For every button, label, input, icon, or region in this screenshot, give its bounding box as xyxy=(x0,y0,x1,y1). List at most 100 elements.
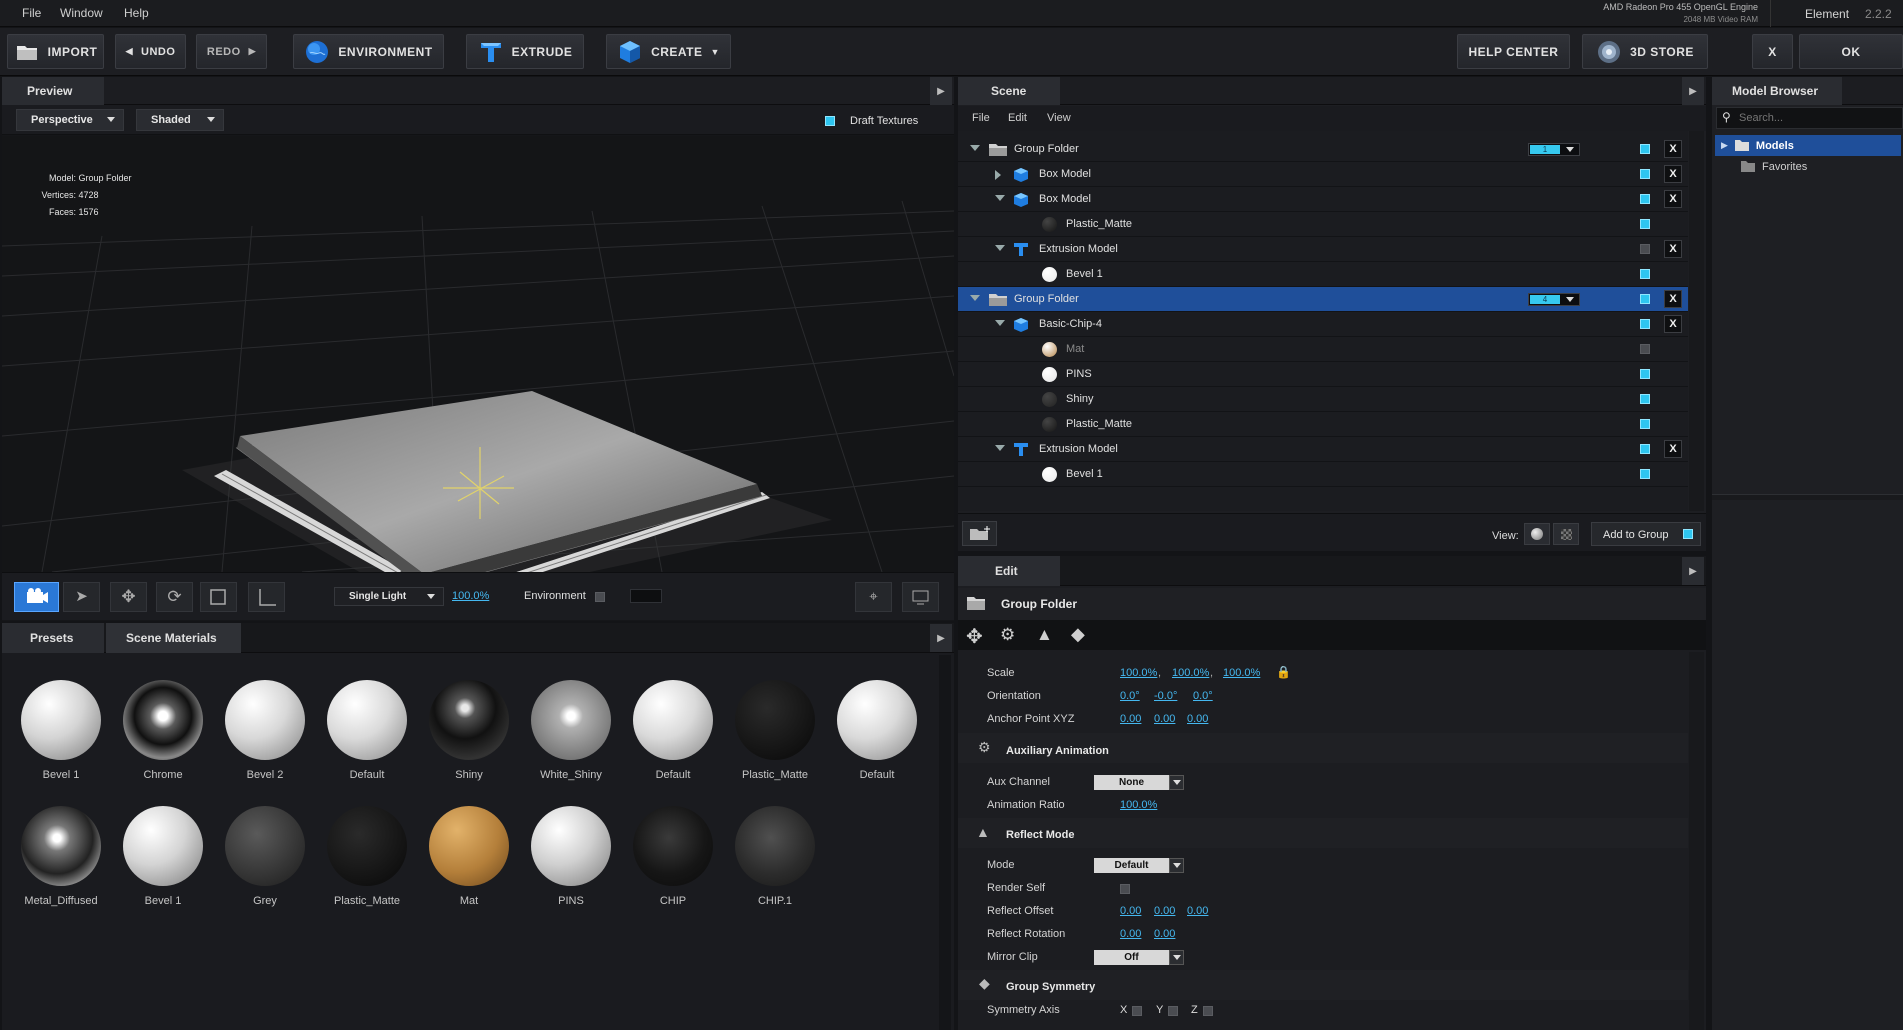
menu-window[interactable]: Window xyxy=(60,6,103,20)
visibility-checkbox[interactable] xyxy=(1640,369,1650,379)
material-preset[interactable]: Shiny xyxy=(419,680,519,781)
scene-menu-view[interactable]: View xyxy=(1047,112,1071,124)
reflect-offset-x[interactable]: 0.00 xyxy=(1120,905,1141,917)
menu-file[interactable]: File xyxy=(22,6,41,20)
tab-scene-materials[interactable]: Scene Materials xyxy=(106,623,241,653)
scale-x[interactable]: 100.0% xyxy=(1120,667,1157,679)
tab-edit[interactable]: Edit xyxy=(958,556,1060,586)
shading-dropdown[interactable]: Shaded xyxy=(136,109,224,131)
focus-button[interactable]: ⌖ xyxy=(855,582,892,612)
scene-tree-row[interactable]: Group Folder 4 X xyxy=(958,287,1688,312)
reflect-offset-y[interactable]: 0.00 xyxy=(1154,905,1175,917)
visibility-checkbox[interactable] xyxy=(1640,294,1650,304)
undo-button[interactable]: ◀ UNDO xyxy=(115,34,186,69)
environment-checkbox[interactable] xyxy=(595,592,605,602)
axis-y-checkbox[interactable] xyxy=(1168,1006,1178,1016)
chevron-down-icon[interactable] xyxy=(1169,858,1184,873)
scale-y[interactable]: 100.0% xyxy=(1172,667,1209,679)
lock-icon[interactable]: 🔒 xyxy=(1276,665,1291,679)
reflect-icon[interactable]: ▲ xyxy=(1036,625,1053,645)
render-view-button[interactable] xyxy=(902,582,939,612)
select-tool-button[interactable]: ➤ xyxy=(63,582,100,612)
orientation-x[interactable]: 0.0° xyxy=(1120,690,1140,702)
scene-menu-edit[interactable]: Edit xyxy=(1008,112,1027,124)
visibility-checkbox[interactable] xyxy=(1640,194,1650,204)
axis-x-checkbox[interactable] xyxy=(1132,1006,1142,1016)
expand-arrow-icon[interactable] xyxy=(995,195,1005,201)
scale-tool-button[interactable] xyxy=(200,582,237,612)
browser-item-favorites[interactable]: Favorites xyxy=(1715,156,1901,177)
presets-scrollbar[interactable] xyxy=(939,655,951,1030)
tab-presets[interactable]: Presets xyxy=(2,623,104,653)
browser-item-models[interactable]: ▶ Models xyxy=(1715,135,1901,156)
material-preset[interactable]: Plastic_Matte xyxy=(725,680,825,781)
tab-preview[interactable]: Preview xyxy=(2,77,104,105)
scene-tree-row[interactable]: Group Folder 1 X xyxy=(958,137,1688,162)
menu-help[interactable]: Help xyxy=(124,6,149,20)
expand-arrow-icon[interactable] xyxy=(995,245,1005,251)
orientation-z[interactable]: 0.0° xyxy=(1193,690,1213,702)
material-preset[interactable]: Metal_Diffused xyxy=(11,806,111,907)
delete-button[interactable]: X xyxy=(1664,240,1682,258)
mirror-clip-dropdown[interactable]: Off xyxy=(1094,950,1169,965)
anchor-y[interactable]: 0.00 xyxy=(1154,713,1175,725)
tab-scene[interactable]: Scene xyxy=(958,77,1060,105)
scene-tree-row[interactable]: Shiny xyxy=(958,387,1688,412)
expand-arrow-icon[interactable] xyxy=(970,295,980,301)
expand-arrow-icon[interactable] xyxy=(995,320,1005,326)
help-center-button[interactable]: HELP CENTER xyxy=(1457,34,1570,69)
scene-tree-row[interactable]: Plastic_Matte xyxy=(958,212,1688,237)
visibility-checkbox[interactable] xyxy=(1640,469,1650,479)
material-preset[interactable]: Bevel 1 xyxy=(11,680,111,781)
visibility-checkbox[interactable] xyxy=(1640,319,1650,329)
collapse-arrow-icon[interactable]: ▶ xyxy=(1682,77,1704,105)
scene-tree-row[interactable]: Box Model X xyxy=(958,162,1688,187)
expand-arrow-icon[interactable] xyxy=(970,145,980,151)
view-sphere-button[interactable] xyxy=(1524,523,1550,545)
chevron-down-icon[interactable] xyxy=(1169,950,1184,965)
scene-tree-row[interactable]: Extrusion Model X xyxy=(958,437,1688,462)
transform-icon[interactable]: ✥ xyxy=(966,624,983,649)
edit-scrollbar[interactable] xyxy=(1689,652,1704,1030)
environment-swatch[interactable] xyxy=(630,589,662,603)
delete-button[interactable]: X xyxy=(1664,290,1682,308)
view-checker-button[interactable] xyxy=(1553,523,1579,545)
reflect-rotation-y[interactable]: 0.00 xyxy=(1154,928,1175,940)
scene-tree-row[interactable]: Bevel 1 xyxy=(958,262,1688,287)
collapse-arrow-icon[interactable]: ▶ xyxy=(930,77,952,105)
mode-dropdown[interactable]: Default xyxy=(1094,858,1169,873)
aux-channel-dropdown[interactable]: None xyxy=(1094,775,1169,790)
material-preset[interactable]: Chrome xyxy=(113,680,213,781)
material-preset[interactable]: CHIP.1 xyxy=(725,806,825,907)
anchor-x[interactable]: 0.00 xyxy=(1120,713,1141,725)
browser-splitter[interactable] xyxy=(1712,494,1903,500)
material-preset[interactable]: CHIP xyxy=(623,806,723,907)
collapse-arrow-icon[interactable]: ▶ xyxy=(930,624,952,652)
scene-tree-row[interactable]: PINS xyxy=(958,362,1688,387)
group-count-badge[interactable]: 1 xyxy=(1528,143,1580,156)
material-preset[interactable]: Bevel 1 xyxy=(113,806,213,907)
3d-store-button[interactable]: 3D STORE xyxy=(1582,34,1708,69)
search-input[interactable] xyxy=(1739,110,1899,126)
scene-tree-row[interactable]: Basic-Chip-4 X xyxy=(958,312,1688,337)
scene-scrollbar[interactable] xyxy=(1689,131,1704,511)
ok-button[interactable]: OK xyxy=(1799,34,1903,69)
move-tool-button[interactable]: ✥ xyxy=(110,582,147,612)
expand-arrow-icon[interactable] xyxy=(995,445,1005,451)
environment-button[interactable]: ENVIRONMENT xyxy=(293,34,444,69)
render-self-checkbox[interactable] xyxy=(1120,884,1130,894)
camera-dropdown[interactable]: Perspective xyxy=(16,109,124,131)
scale-z[interactable]: 100.0% xyxy=(1223,667,1260,679)
delete-button[interactable]: X xyxy=(1664,440,1682,458)
lighting-dropdown[interactable]: Single Light xyxy=(334,587,444,606)
cancel-button[interactable]: X xyxy=(1752,34,1793,69)
material-preset[interactable]: Grey xyxy=(215,806,315,907)
gears-icon[interactable]: ⚙ xyxy=(1000,625,1015,645)
tab-model-browser[interactable]: Model Browser xyxy=(1712,77,1842,105)
anchor-z[interactable]: 0.00 xyxy=(1187,713,1208,725)
delete-button[interactable]: X xyxy=(1664,190,1682,208)
reflect-offset-z[interactable]: 0.00 xyxy=(1187,905,1208,917)
visibility-checkbox[interactable] xyxy=(1640,169,1650,179)
visibility-checkbox[interactable] xyxy=(1640,394,1650,404)
scene-tree-row[interactable]: Mat xyxy=(958,337,1688,362)
